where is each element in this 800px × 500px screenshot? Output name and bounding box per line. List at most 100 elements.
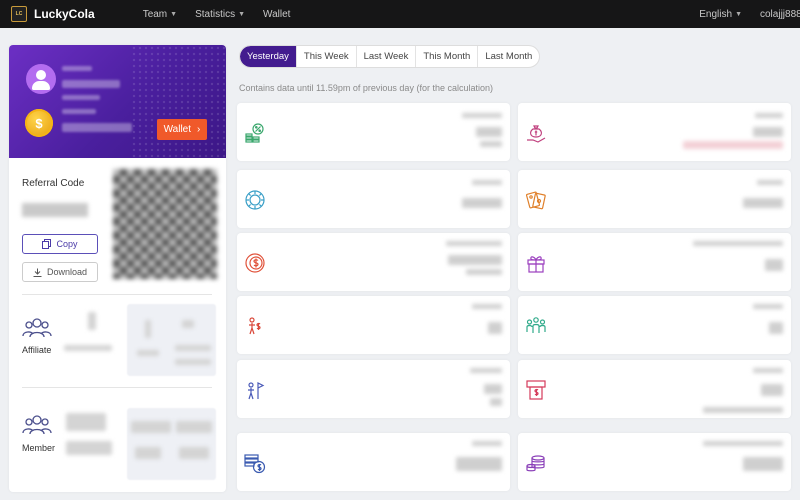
wallet-button[interactable]: Wallet ›	[157, 119, 207, 140]
card-value-redacted	[490, 398, 502, 406]
logo-text: LC	[15, 11, 23, 17]
stat-card	[518, 296, 791, 354]
brand-name[interactable]: LuckyCola	[34, 7, 95, 21]
member-stat-4-redacted	[179, 447, 209, 459]
nav-team-label: Team	[142, 8, 168, 20]
card-value-redacted	[753, 127, 783, 137]
affiliate-stat-2-redacted	[182, 320, 194, 328]
card-value-redacted	[769, 322, 783, 334]
playing-cards-icon	[525, 191, 546, 210]
chevron-down-icon: ▼	[238, 10, 246, 18]
affiliate-caption-redacted	[64, 345, 112, 351]
app-logo[interactable]: LC	[11, 6, 27, 22]
stat-card	[237, 360, 510, 418]
card-title-redacted	[472, 304, 502, 309]
tab-last-month[interactable]: Last Month	[478, 46, 539, 67]
money-bag-hand-icon	[527, 125, 546, 143]
affiliate-count-redacted	[88, 312, 96, 330]
stat-card	[518, 433, 791, 491]
download-icon	[33, 268, 42, 277]
card-value-redacted	[743, 198, 783, 208]
member-count-redacted	[66, 413, 106, 431]
card-title-redacted	[462, 113, 502, 118]
affiliate-stat-3-redacted	[137, 350, 159, 356]
card-value-redacted	[703, 407, 783, 413]
card-value-redacted	[462, 198, 502, 208]
stat-card	[237, 170, 510, 228]
dollar-coin-circle-icon	[245, 253, 265, 273]
affiliate-stat-1-redacted	[145, 320, 151, 338]
affiliate-label: Affiliate	[22, 345, 52, 355]
member-stat-2-redacted	[176, 421, 212, 433]
members-group-icon	[22, 415, 52, 435]
person-flag-icon	[248, 382, 265, 400]
card-title-redacted	[757, 180, 783, 185]
card-value-redacted	[743, 457, 783, 471]
data-note: Contains data until 11.59pm of previous …	[239, 83, 493, 93]
account-panel: $ Wallet › Referral Code Copy Download Af…	[9, 45, 226, 492]
tab-last-week[interactable]: Last Week	[357, 46, 417, 67]
date-range-tabs: Yesterday This Week Last Week This Month…	[239, 45, 541, 68]
stat-card	[237, 103, 510, 161]
member-stat-1-redacted	[131, 421, 171, 433]
card-value-redacted	[448, 255, 502, 265]
divider	[22, 294, 212, 295]
nav-statistics[interactable]: Statistics ▼	[195, 9, 245, 20]
stat-card	[237, 433, 510, 491]
referral-code-label: Referral Code	[22, 178, 85, 189]
team-group-icon	[22, 318, 52, 338]
card-title-redacted	[753, 368, 783, 373]
copy-icon	[42, 239, 52, 249]
affiliate-stats-box	[127, 304, 216, 376]
nav-wallet[interactable]: Wallet	[263, 9, 290, 20]
member-stat-3-redacted	[135, 447, 161, 459]
copy-button-label: Copy	[56, 239, 78, 249]
copy-button[interactable]: Copy	[22, 234, 98, 254]
member-stats-box	[127, 408, 216, 480]
card-value-redacted	[683, 141, 783, 149]
card-value-redacted	[456, 457, 502, 471]
card-value-redacted	[484, 384, 502, 394]
stat-card	[518, 360, 791, 418]
stat-card	[237, 296, 510, 354]
right-nav: English ▼ colajjj888	[699, 9, 800, 20]
card-title-redacted	[472, 180, 502, 185]
coins-percent-icon	[245, 123, 264, 143]
download-button-label: Download	[46, 267, 88, 277]
divider	[22, 387, 212, 388]
nav-wallet-label: Wallet	[263, 8, 291, 20]
username[interactable]: colajjj888	[760, 9, 800, 20]
balance-label-redacted	[62, 109, 96, 114]
profile-info-redacted	[62, 95, 100, 100]
card-title-redacted	[470, 368, 502, 373]
tab-this-week[interactable]: This Week	[297, 46, 357, 67]
nav-team[interactable]: Team ▼	[143, 9, 177, 20]
nav-statistics-label: Statistics	[195, 8, 236, 20]
wallet-button-label: Wallet	[163, 124, 192, 135]
referral-code-value-redacted	[22, 203, 88, 217]
casino-chip-icon	[245, 190, 265, 210]
profile-id-redacted	[62, 80, 120, 88]
top-navigation-bar: LC LuckyCola Team ▼ Statistics ▼ Wallet En…	[0, 0, 800, 28]
banner-pattern	[131, 45, 226, 158]
card-value-redacted	[488, 322, 502, 334]
download-button[interactable]: Download	[22, 262, 98, 282]
tab-yesterday[interactable]: Yesterday	[240, 46, 297, 67]
balance-value-redacted	[62, 123, 132, 132]
card-title-redacted	[755, 113, 783, 118]
affiliate-stat-5-redacted	[175, 359, 211, 365]
card-title-redacted	[472, 441, 502, 446]
language-selector[interactable]: English ▼	[699, 9, 742, 20]
affiliate-stat-4-redacted	[175, 345, 211, 351]
referral-qr-code	[113, 169, 217, 279]
card-title-redacted	[753, 304, 783, 309]
card-title-redacted	[446, 241, 502, 246]
tab-this-month[interactable]: This Month	[416, 46, 479, 67]
card-title-redacted	[703, 441, 783, 446]
dollar-coin-icon: $	[25, 109, 53, 137]
gift-icon	[527, 256, 545, 273]
stat-card	[237, 233, 510, 291]
card-value-redacted	[466, 269, 502, 275]
profile-banner: $ Wallet ›	[9, 45, 226, 158]
language-label: English	[699, 8, 733, 20]
